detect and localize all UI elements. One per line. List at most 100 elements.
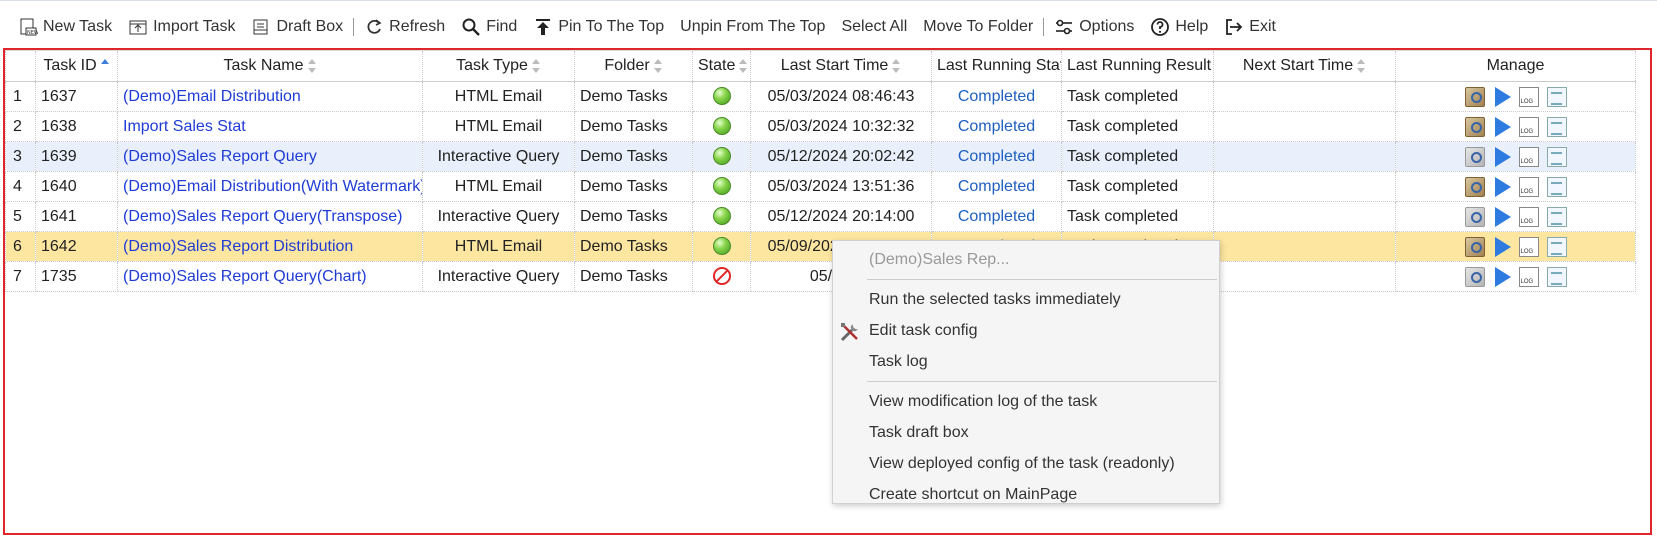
log-icon[interactable] xyxy=(1518,146,1539,167)
task-type-cell: Interactive Query xyxy=(422,201,575,232)
table-row[interactable]: 7 1735 (Demo)Sales Report Query(Chart) Inte… xyxy=(5,261,1636,292)
monitor-icon[interactable] xyxy=(1464,116,1485,137)
move-to-folder-button[interactable]: Move To Folder xyxy=(915,10,1041,44)
sort-icon xyxy=(531,58,541,73)
monitor-icon[interactable] xyxy=(1464,266,1485,287)
play-icon[interactable] xyxy=(1494,86,1511,107)
log-icon[interactable] xyxy=(1518,206,1539,227)
log-icon[interactable] xyxy=(1518,116,1539,137)
import-task-button[interactable]: Import Task xyxy=(120,10,243,44)
search-icon xyxy=(462,18,481,36)
refresh-label: Refresh xyxy=(389,17,446,35)
monitor-icon[interactable] xyxy=(1464,236,1485,257)
document-icon[interactable] xyxy=(1546,266,1567,287)
document-icon[interactable] xyxy=(1546,206,1567,227)
state-cell xyxy=(692,111,751,142)
import-task-label: Import Task xyxy=(153,17,236,35)
play-icon[interactable] xyxy=(1494,176,1511,197)
last-start-time-cell: 05/12/2024 20:14:00 xyxy=(750,201,932,232)
col-header-folder[interactable]: Folder xyxy=(574,50,693,82)
menu-item-run-now[interactable]: Run the selected tasks immediately xyxy=(833,284,1219,315)
help-button[interactable]: Help xyxy=(1142,10,1216,44)
play-icon[interactable] xyxy=(1494,266,1511,287)
play-icon[interactable] xyxy=(1494,206,1511,227)
menu-item-create-shortcut[interactable]: Create shortcut on MainPage xyxy=(833,479,1219,503)
table-row[interactable]: 2 1638 Import Sales Stat HTML Email Demo Tas… xyxy=(5,111,1636,142)
refresh-button[interactable]: Refresh xyxy=(356,10,453,44)
log-icon[interactable] xyxy=(1518,236,1539,257)
tools-icon xyxy=(840,323,858,342)
help-label: Help xyxy=(1175,17,1209,35)
row-number: 4 xyxy=(5,171,36,202)
col-header-next-start-time[interactable]: Next Start Time xyxy=(1213,50,1396,82)
task-type-cell: HTML Email xyxy=(422,111,575,142)
exit-button[interactable]: Exit xyxy=(1216,10,1284,44)
task-name-link[interactable]: (Demo)Sales Report Query(Transpose) xyxy=(117,201,423,232)
table-row[interactable]: 1 1637 (Demo)Email Distribution HTML Email D… xyxy=(5,81,1636,112)
sort-icon xyxy=(653,58,663,73)
col-header-task-type[interactable]: Task Type xyxy=(422,50,575,82)
task-name-link[interactable]: (Demo)Sales Report Query(Chart) xyxy=(117,261,423,292)
menu-item-edit-config[interactable]: Edit task config xyxy=(833,315,1219,346)
play-icon[interactable] xyxy=(1494,116,1511,137)
play-icon[interactable] xyxy=(1494,146,1511,167)
task-name-link[interactable]: (Demo)Sales Report Distribution xyxy=(117,231,423,262)
log-icon[interactable] xyxy=(1518,86,1539,107)
task-id-cell: 1735 xyxy=(35,261,118,292)
menu-item-view-deployed-config[interactable]: View deployed config of the task (readon… xyxy=(833,448,1219,479)
col-header-last-running-state[interactable]: Last Running State xyxy=(931,50,1062,82)
unpin-top-button[interactable]: Unpin From The Top xyxy=(672,10,833,44)
monitor-icon[interactable] xyxy=(1464,86,1485,107)
draft-box-button[interactable]: Draft Box xyxy=(243,10,351,44)
new-task-button[interactable]: NEW New Task xyxy=(10,10,120,44)
log-icon[interactable] xyxy=(1518,266,1539,287)
task-table: Task ID Task Name Task Type Folder State… xyxy=(5,50,1636,292)
last-running-state-cell[interactable]: Completed xyxy=(931,201,1062,232)
next-start-time-cell xyxy=(1213,231,1396,262)
play-icon[interactable] xyxy=(1494,236,1511,257)
col-header-last-running-result[interactable]: Last Running Result xyxy=(1061,50,1214,82)
options-button[interactable]: Options xyxy=(1046,10,1142,44)
manage-actions xyxy=(1401,266,1630,287)
state-ok-icon xyxy=(712,87,731,106)
last-running-state-cell[interactable]: Completed xyxy=(931,81,1062,112)
menu-item-task-log[interactable]: Task log xyxy=(833,346,1219,377)
manage-cell xyxy=(1395,111,1636,142)
task-name-link[interactable]: (Demo)Email Distribution(With Watermark) xyxy=(117,171,423,202)
last-running-result-cell: Task completed xyxy=(1061,171,1214,202)
menu-item-modification-log[interactable]: View modification log of the task xyxy=(833,386,1219,417)
menu-item-task-draft-box[interactable]: Task draft box xyxy=(833,417,1219,448)
pin-top-button[interactable]: Pin To The Top xyxy=(525,10,672,44)
table-row[interactable]: 4 1640 (Demo)Email Distribution(With Water… xyxy=(5,171,1636,202)
table-row[interactable]: 6 1642 (Demo)Sales Report Distribution HTML… xyxy=(5,231,1636,262)
row-number: 7 xyxy=(5,261,36,292)
document-icon[interactable] xyxy=(1546,116,1567,137)
select-all-button[interactable]: Select All xyxy=(833,10,915,44)
last-running-state-cell[interactable]: Completed xyxy=(931,111,1062,142)
document-icon[interactable] xyxy=(1546,146,1567,167)
sort-asc-icon xyxy=(100,58,110,73)
monitor-icon[interactable] xyxy=(1464,146,1485,167)
last-running-state-cell[interactable]: Completed xyxy=(931,171,1062,202)
col-header-last-start-time[interactable]: Last Start Time xyxy=(750,50,932,82)
task-type-cell: HTML Email xyxy=(422,171,575,202)
task-name-link[interactable]: (Demo)Sales Report Query xyxy=(117,141,423,172)
state-cell xyxy=(692,171,751,202)
draft-box-label: Draft Box xyxy=(276,17,344,35)
pin-top-label: Pin To The Top xyxy=(558,17,665,35)
monitor-icon[interactable] xyxy=(1464,176,1485,197)
table-row[interactable]: 5 1641 (Demo)Sales Report Query(Transpose)… xyxy=(5,201,1636,232)
col-header-state[interactable]: State xyxy=(692,50,751,82)
table-row[interactable]: 3 1639 (Demo)Sales Report Query Interactive… xyxy=(5,141,1636,172)
log-icon[interactable] xyxy=(1518,176,1539,197)
document-icon[interactable] xyxy=(1546,236,1567,257)
document-icon[interactable] xyxy=(1546,176,1567,197)
col-header-task-id[interactable]: Task ID xyxy=(35,50,118,82)
monitor-icon[interactable] xyxy=(1464,206,1485,227)
last-running-state-cell[interactable]: Completed xyxy=(931,141,1062,172)
task-name-link[interactable]: (Demo)Email Distribution xyxy=(117,81,423,112)
document-icon[interactable] xyxy=(1546,86,1567,107)
task-name-link[interactable]: Import Sales Stat xyxy=(117,111,423,142)
col-header-task-name[interactable]: Task Name xyxy=(117,50,423,82)
find-button[interactable]: Find xyxy=(453,10,525,44)
